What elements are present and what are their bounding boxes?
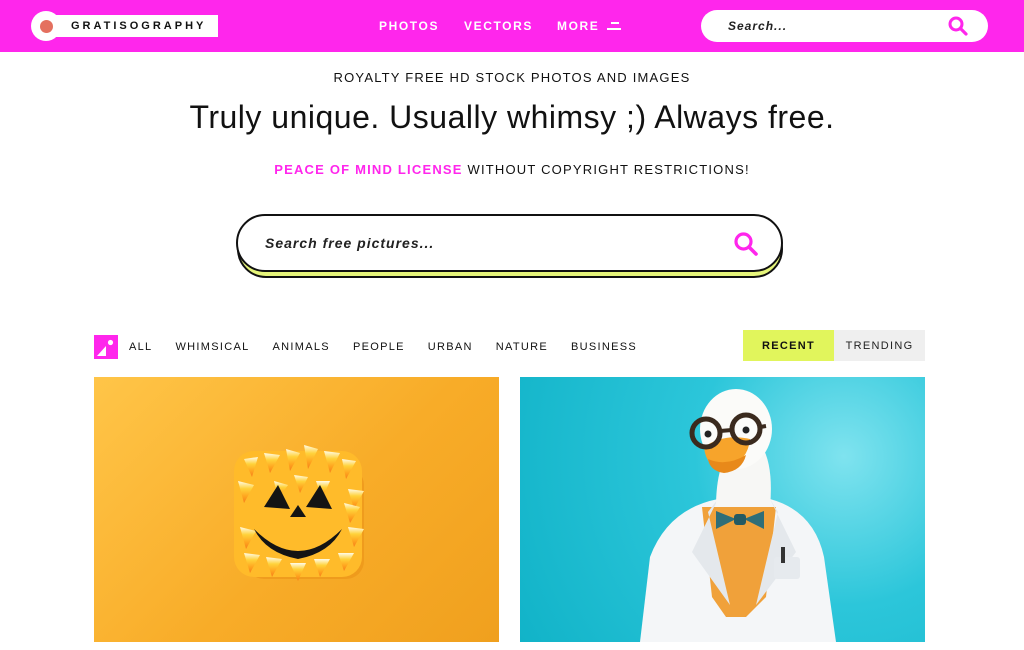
license-link[interactable]: PEACE OF MIND LICENSE [274, 162, 462, 177]
category-animals[interactable]: ANIMALS [273, 341, 330, 353]
header-search-input[interactable] [728, 19, 928, 33]
logo-wordmark: GRATISOGRAPHY [55, 15, 219, 37]
nav-more[interactable]: MORE [557, 0, 622, 52]
category-image-icon[interactable] [94, 335, 118, 359]
top-header: GRATISOGRAPHY PHOTOS VECTORS MORE [0, 0, 1024, 52]
nav-photos[interactable]: PHOTOS [379, 0, 439, 52]
main-search-input[interactable] [265, 235, 685, 251]
site-logo[interactable]: GRATISOGRAPHY [31, 11, 219, 41]
logo-mark-icon [31, 11, 61, 41]
category-nature[interactable]: NATURE [496, 341, 548, 353]
license-line: PEACE OF MIND LICENSE WITHOUT COPYRIGHT … [0, 162, 1024, 177]
nav-vectors-label[interactable]: VECTORS [464, 19, 533, 33]
category-nav: ALL WHIMSICAL ANIMALS PEOPLE URBAN NATUR… [129, 341, 637, 353]
nav-more-label[interactable]: MORE [557, 19, 599, 33]
photo-duck-lab-coat[interactable] [520, 377, 925, 642]
hero-tagline: ROYALTY FREE HD STOCK PHOTOS AND IMAGES [333, 70, 691, 85]
category-people[interactable]: PEOPLE [353, 341, 405, 353]
search-icon[interactable] [733, 231, 759, 257]
hero-headline: Truly unique. Usually whimsy ;) Always f… [189, 99, 835, 135]
nav-photos-label[interactable]: PHOTOS [379, 19, 439, 33]
nav-vectors[interactable]: VECTORS [464, 0, 533, 52]
main-search-box[interactable] [236, 214, 783, 272]
license-text: WITHOUT COPYRIGHT RESTRICTIONS! [462, 162, 750, 177]
duck-lab-coat-image [640, 389, 836, 642]
photo-candy-corn-pumpkin[interactable] [94, 377, 499, 642]
candy-corn-pumpkin-image [234, 445, 364, 581]
category-urban[interactable]: URBAN [428, 341, 473, 353]
sort-trending-button[interactable]: TRENDING [834, 330, 925, 361]
category-all[interactable]: ALL [129, 341, 152, 353]
category-whimsical[interactable]: WHIMSICAL [175, 341, 249, 353]
menu-lines-icon[interactable] [607, 21, 622, 31]
search-icon[interactable] [948, 16, 968, 36]
category-business[interactable]: BUSINESS [571, 341, 637, 353]
header-search-box[interactable] [701, 10, 988, 42]
sort-recent-button[interactable]: RECENT [743, 330, 834, 361]
